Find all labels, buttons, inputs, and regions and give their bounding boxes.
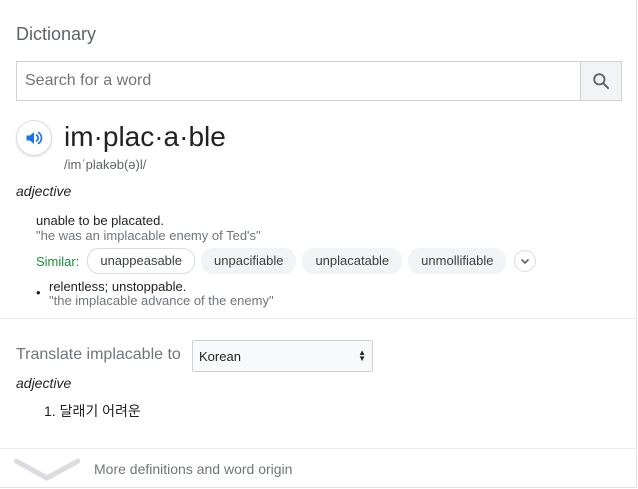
chevron-down-icon [521,258,530,265]
translate-label: Translate implacable to [16,346,181,363]
similar-words-row: Similar: unappeasable unpacifiable unpla… [36,248,537,274]
search-input[interactable] [17,62,580,100]
similar-chip[interactable]: unplacatable [302,248,403,274]
definition-2-bullet: • [36,285,41,300]
search-button[interactable] [580,62,621,100]
part-of-speech: adjective [16,183,72,199]
language-select-value: Korean [199,348,241,364]
example-2: "the implacable advance of the enemy" [49,293,274,308]
speaker-icon [26,131,43,145]
similar-chip[interactable]: unappeasable [87,248,196,274]
definition-1: unable to be placated. [36,213,164,228]
card-title: Dictionary [16,24,97,44]
similar-chip[interactable]: unmollifiable [408,248,507,274]
select-arrows-icon: ▲ ▼ [358,348,366,363]
pronunciation-button[interactable] [16,120,52,156]
translation-part-of-speech: adjective [16,375,72,391]
phonetic-spelling: /imˈplakəb(ə)l/ [64,157,147,172]
headword: im·plac·a·ble [64,121,226,152]
similar-chip[interactable]: unpacifiable [201,248,297,274]
footer-divider [0,448,637,449]
translation-item: 1. 달래기 어려운 [44,403,141,419]
expand-similar-button[interactable] [514,250,537,272]
similar-label: Similar: [36,253,80,269]
search-box [16,61,622,101]
search-icon [593,73,610,90]
dictionary-card: Dictionary im·plac·a·ble /imˈplakəb(ə)l/… [0,0,637,488]
definition-2: relentless; unstoppable. [49,279,187,294]
more-definitions-label: More definitions and word origin [94,461,293,477]
example-1: "he was an implacable enemy of Ted's" [36,228,261,243]
section-divider [0,318,637,319]
language-select[interactable]: Korean ▲ ▼ [192,340,373,372]
chevron-down-icon [14,458,80,481]
more-definitions-link[interactable]: More definitions and word origin [0,450,637,488]
